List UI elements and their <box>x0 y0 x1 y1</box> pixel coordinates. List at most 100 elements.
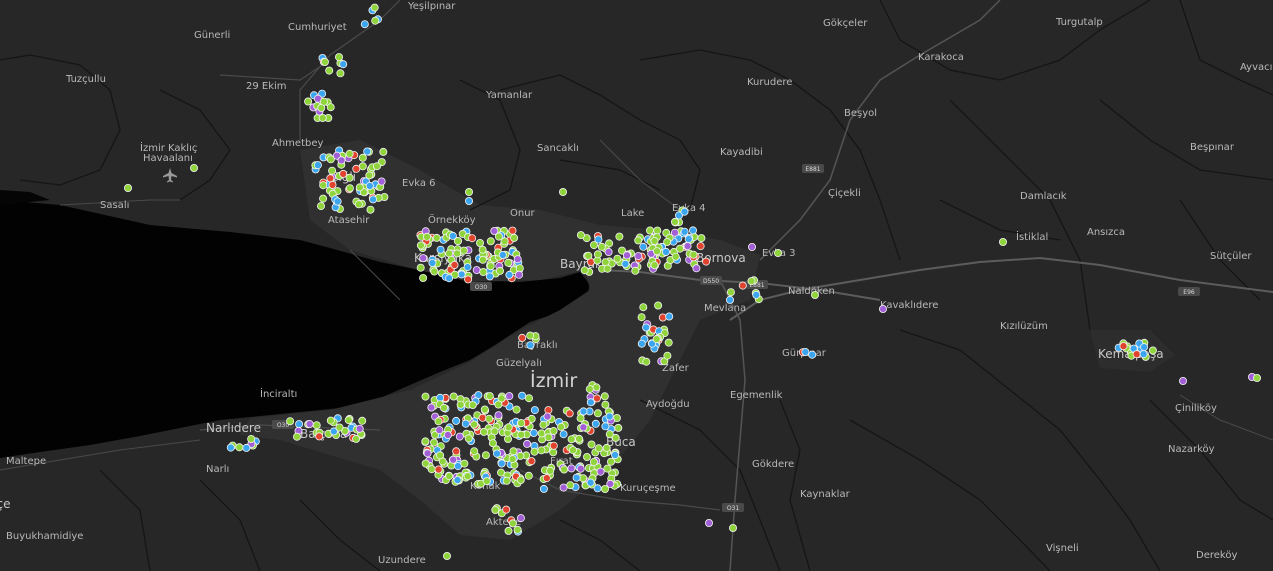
map-point[interactable] <box>689 250 698 259</box>
map-point[interactable] <box>339 169 348 178</box>
map-point[interactable] <box>352 164 361 173</box>
map-point[interactable] <box>811 290 820 299</box>
map-point[interactable] <box>504 423 513 432</box>
map-point[interactable] <box>372 162 381 171</box>
map-point[interactable] <box>495 266 504 275</box>
map-point[interactable] <box>747 277 756 286</box>
map-point[interactable] <box>705 519 714 528</box>
map-point[interactable] <box>576 414 585 423</box>
map-point[interactable] <box>235 443 244 452</box>
map-point[interactable] <box>639 242 648 251</box>
map-point[interactable] <box>124 183 133 192</box>
map-point[interactable] <box>593 250 602 259</box>
map-point[interactable] <box>485 272 494 281</box>
map-point[interactable] <box>729 524 738 533</box>
map-point[interactable] <box>463 263 472 272</box>
map-point[interactable] <box>379 147 388 156</box>
map-point[interactable] <box>654 301 663 310</box>
map-point[interactable] <box>319 194 328 203</box>
map-point[interactable] <box>326 155 335 164</box>
map-point[interactable] <box>543 412 552 421</box>
map-point[interactable] <box>1119 342 1128 351</box>
map-point[interactable] <box>304 97 313 106</box>
map-point[interactable] <box>585 385 594 394</box>
map-point[interactable] <box>455 432 464 441</box>
map-point[interactable] <box>601 422 610 431</box>
map-point[interactable] <box>478 413 487 422</box>
map-point[interactable] <box>603 264 612 273</box>
map-point[interactable] <box>621 259 630 268</box>
map-point[interactable] <box>603 464 612 473</box>
map-point[interactable] <box>358 153 367 162</box>
map-point[interactable] <box>663 237 672 246</box>
map-point[interactable] <box>680 227 689 236</box>
map-point[interactable] <box>575 434 584 443</box>
map-point[interactable] <box>513 525 522 534</box>
map-point[interactable] <box>653 247 662 256</box>
map-point[interactable] <box>352 434 361 443</box>
map-point[interactable] <box>504 526 513 535</box>
map-point[interactable] <box>650 236 659 245</box>
map-point[interactable] <box>416 263 425 272</box>
map-point[interactable] <box>334 53 343 62</box>
map-point[interactable] <box>650 261 659 270</box>
map-point[interactable] <box>502 476 511 485</box>
map-point[interactable] <box>525 394 534 403</box>
map-point[interactable] <box>486 237 495 246</box>
map-point[interactable] <box>377 177 386 186</box>
map-point[interactable] <box>652 335 661 344</box>
map-point[interactable] <box>510 233 519 242</box>
map-point[interactable] <box>434 417 443 426</box>
map-point[interactable] <box>305 419 314 428</box>
map-point[interactable] <box>434 465 443 474</box>
map-point[interactable] <box>443 430 452 439</box>
map-point[interactable] <box>530 447 539 456</box>
map-point[interactable] <box>509 447 518 456</box>
map-point[interactable] <box>449 455 458 464</box>
map-point[interactable] <box>445 472 454 481</box>
map-point[interactable] <box>366 205 375 214</box>
map-point[interactable] <box>439 403 448 412</box>
map-point[interactable] <box>355 183 364 192</box>
map-point[interactable] <box>808 350 817 359</box>
map-point[interactable] <box>607 457 616 466</box>
map-point[interactable] <box>774 248 783 257</box>
map-point[interactable] <box>470 447 479 456</box>
map-point[interactable] <box>613 254 622 263</box>
map-point[interactable] <box>456 400 465 409</box>
map-point[interactable] <box>337 156 346 165</box>
map-point[interactable] <box>801 347 810 356</box>
map-point[interactable] <box>593 484 602 493</box>
map-point[interactable] <box>1148 346 1157 355</box>
map-point[interactable] <box>504 258 513 267</box>
map-point[interactable] <box>416 241 425 250</box>
map-point[interactable] <box>615 232 624 241</box>
map-point[interactable] <box>326 416 335 425</box>
map-point[interactable] <box>464 434 473 443</box>
map-point[interactable] <box>429 438 438 447</box>
map-point[interactable] <box>345 149 354 158</box>
map-point[interactable] <box>286 417 295 426</box>
map-point[interactable] <box>597 242 606 251</box>
map-point[interactable] <box>512 405 521 414</box>
map-point[interactable] <box>518 333 527 342</box>
map-point[interactable] <box>549 426 558 435</box>
map-point[interactable] <box>247 434 256 443</box>
map-point[interactable] <box>537 429 546 438</box>
map-point[interactable] <box>634 252 643 261</box>
map-point[interactable] <box>326 103 335 112</box>
map-point[interactable] <box>312 421 321 430</box>
map-point[interactable] <box>445 249 454 258</box>
map-point[interactable] <box>508 455 517 464</box>
map-point[interactable] <box>369 195 378 204</box>
map-point[interactable] <box>1179 376 1188 385</box>
map-point[interactable] <box>576 231 585 240</box>
map-point[interactable] <box>565 409 574 418</box>
map-point[interactable] <box>344 416 353 425</box>
map-point[interactable] <box>518 391 527 400</box>
map-point[interactable] <box>468 400 477 409</box>
map-point[interactable] <box>336 69 345 78</box>
map-point[interactable] <box>623 251 632 260</box>
map-point[interactable] <box>485 392 494 401</box>
map-point[interactable] <box>671 217 680 226</box>
